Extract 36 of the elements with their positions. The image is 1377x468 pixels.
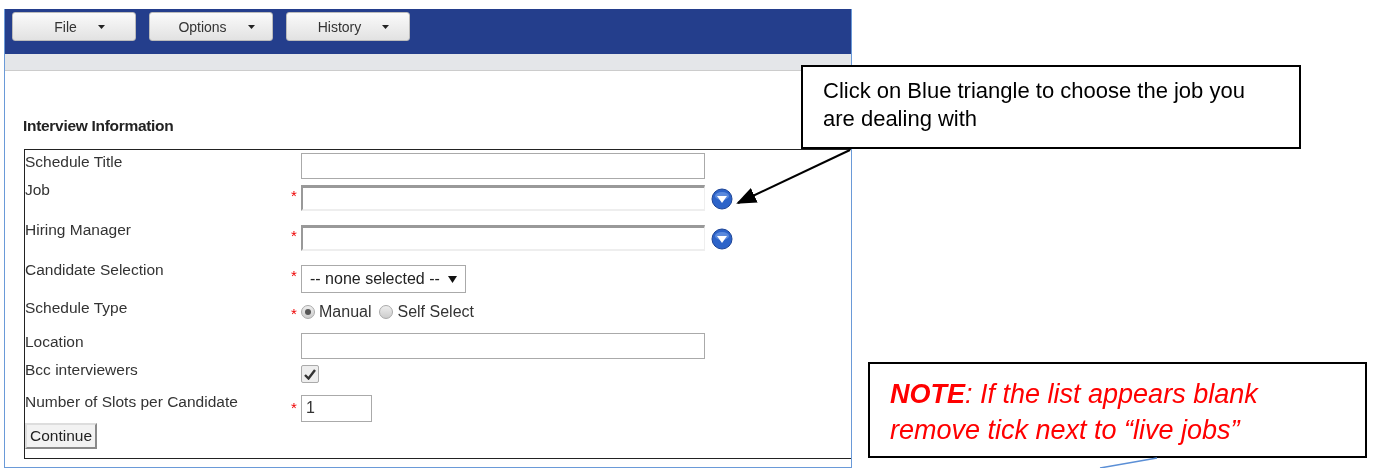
radio-label: Manual	[319, 303, 372, 321]
leader-line	[1099, 457, 1158, 468]
callout-text: Click on Blue triangle to choose the job you are dealing with	[823, 77, 1246, 133]
menu-button[interactable]: File	[12, 12, 136, 41]
radio-button[interactable]	[301, 305, 315, 319]
required-mark: *	[290, 304, 298, 324]
field-label: Schedule Type	[25, 298, 129, 318]
caret-icon	[246, 23, 256, 30]
text-field[interactable]	[301, 153, 705, 179]
dropdown[interactable]: -- none selected --	[301, 265, 466, 293]
menu-button[interactable]: History	[286, 12, 410, 41]
note-text: NOTE: If the list appears blank remove tick next to “live jobs”	[890, 378, 1260, 447]
field-label: Candidate Selection	[25, 260, 165, 280]
section-title: Interview Information	[22, 116, 174, 136]
radio-button[interactable]	[379, 305, 394, 319]
menu-button[interactable]: Options	[149, 12, 273, 41]
text-field[interactable]	[301, 185, 705, 211]
required-mark: *	[290, 186, 298, 206]
number-field[interactable]: 1	[301, 395, 372, 422]
checkbox[interactable]	[301, 365, 319, 383]
caret-icon	[381, 23, 391, 30]
field-label: Schedule Title	[25, 152, 124, 172]
radio-label: Self Select	[397, 303, 474, 321]
required-mark: *	[290, 226, 298, 246]
field-label: Number of Slots per Candidate	[25, 392, 239, 412]
caret-icon	[447, 275, 457, 283]
continue-button[interactable]: Continue	[25, 423, 98, 449]
field-label: Location	[25, 332, 85, 352]
required-mark: *	[290, 398, 298, 418]
field-label: Hiring Manager	[25, 220, 132, 240]
text-field[interactable]	[301, 333, 705, 359]
field-label: Job	[25, 180, 51, 200]
field-label: Bcc interviewers	[25, 360, 139, 380]
required-mark: *	[290, 266, 298, 286]
caret-icon	[96, 23, 106, 30]
text-field[interactable]	[301, 225, 705, 251]
